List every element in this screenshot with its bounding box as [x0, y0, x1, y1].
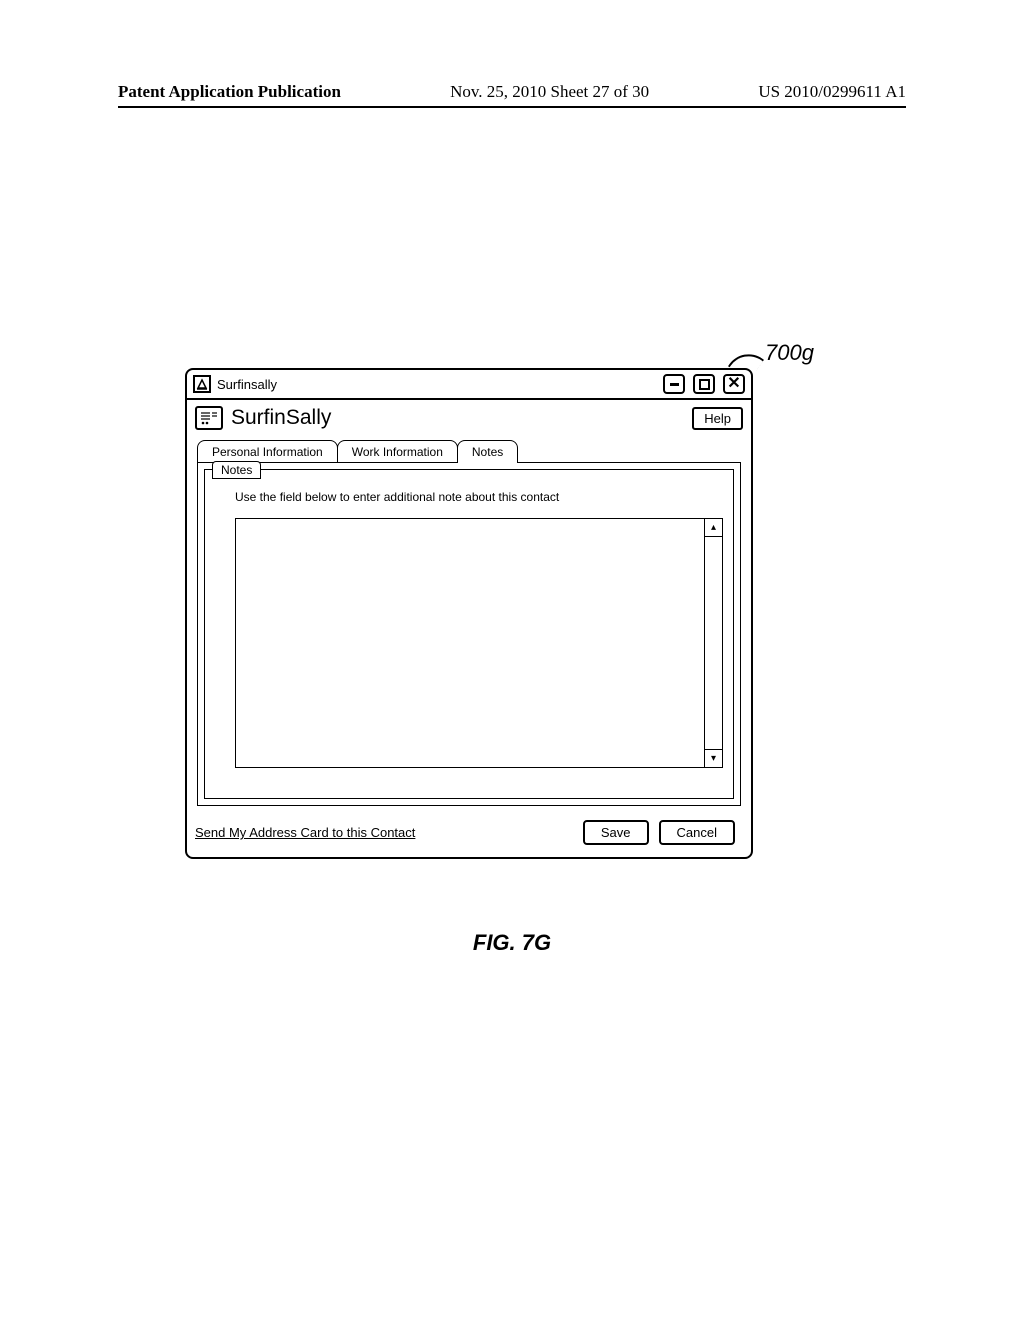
tab-personal-information[interactable]: Personal Information	[197, 440, 338, 463]
reference-numeral-700g: 700g	[765, 340, 814, 366]
send-address-card-link[interactable]: Send My Address Card to this Contact	[195, 825, 415, 840]
close-icon: ✕	[727, 376, 740, 392]
window-footer: Send My Address Card to this Contact Sav…	[195, 806, 743, 847]
window-app-icon	[193, 375, 211, 393]
minimize-button[interactable]	[663, 374, 685, 394]
maximize-icon	[699, 379, 710, 390]
header-publication: Patent Application Publication	[118, 82, 341, 102]
tab-strip: Personal Information Work Information No…	[197, 440, 741, 806]
tab-notes[interactable]: Notes	[457, 440, 518, 463]
header-sheet-info: Nov. 25, 2010 Sheet 27 of 30	[450, 82, 649, 102]
scroll-track[interactable]	[705, 537, 722, 749]
contact-header: SurfinSally Help	[195, 406, 743, 430]
triangle-down-icon: ▾	[711, 753, 716, 764]
tab-panel-notes: Notes Use the field below to enter addit…	[197, 462, 741, 806]
window-titlebar: Surfinsally ✕	[187, 370, 751, 398]
maximize-button[interactable]	[693, 374, 715, 394]
notes-instruction: Use the field below to enter additional …	[235, 490, 723, 504]
notes-panel-label: Notes	[212, 461, 261, 479]
page-header: Patent Application Publication Nov. 25, …	[118, 82, 906, 108]
tab-work-information[interactable]: Work Information	[337, 440, 458, 463]
notes-scrollbar[interactable]: ▴ ▾	[704, 519, 722, 767]
header-patent-number: US 2010/0299611 A1	[758, 82, 906, 102]
close-button[interactable]: ✕	[723, 374, 745, 394]
notes-text-content[interactable]	[236, 519, 704, 767]
save-button[interactable]: Save	[583, 820, 649, 845]
contact-card-icon	[195, 406, 223, 430]
scroll-up-button[interactable]: ▴	[705, 519, 722, 537]
window-title: Surfinsally	[217, 377, 277, 392]
contact-window: Surfinsally ✕ SurfinSal	[185, 368, 753, 859]
triangle-up-icon: ▴	[711, 522, 716, 533]
scroll-down-button[interactable]: ▾	[705, 749, 722, 767]
window-content: SurfinSally Help Personal Information Wo…	[187, 398, 751, 857]
cancel-button[interactable]: Cancel	[659, 820, 735, 845]
contact-name: SurfinSally	[231, 406, 331, 430]
minimize-icon	[670, 383, 679, 386]
help-button[interactable]: Help	[692, 407, 743, 430]
notes-textarea[interactable]: ▴ ▾	[235, 518, 723, 768]
figure-caption: FIG. 7G	[0, 930, 1024, 956]
